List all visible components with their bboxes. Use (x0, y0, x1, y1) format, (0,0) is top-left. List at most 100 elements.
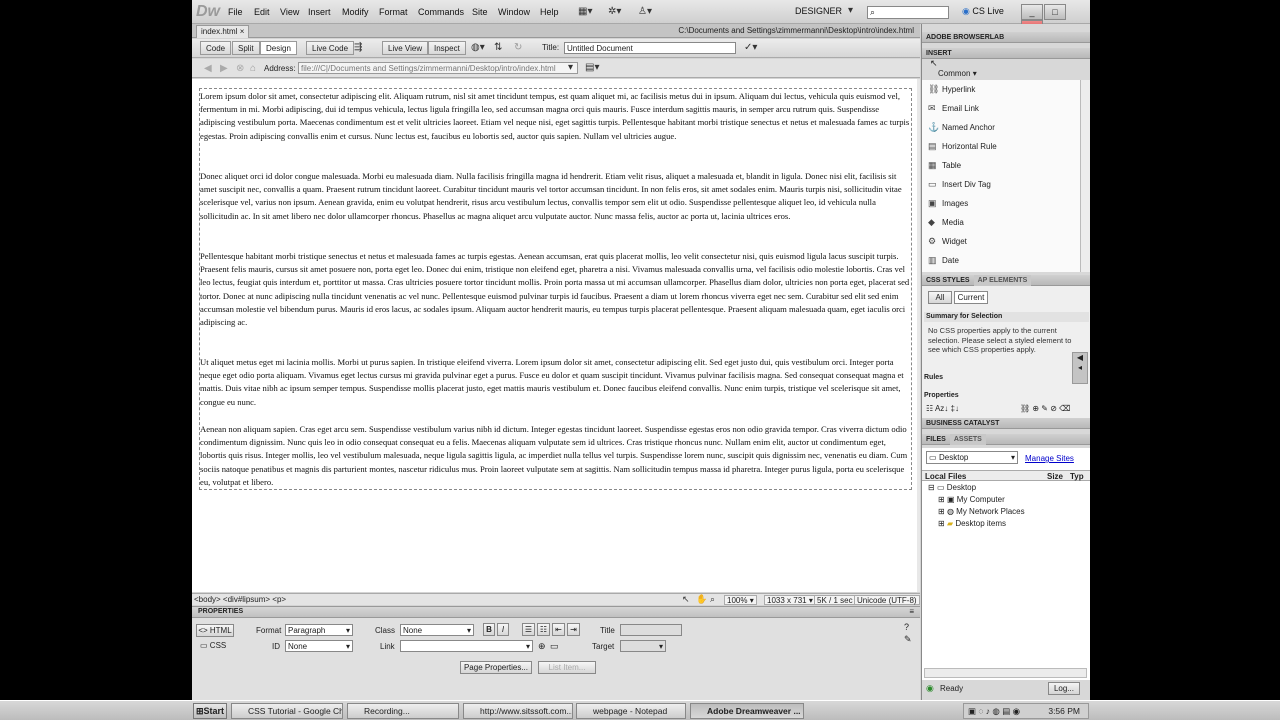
insert-horizontal-rule[interactable]: ▤ Horizontal Rule (928, 137, 997, 156)
properties-header[interactable]: PROPERTIES ≡ (192, 607, 920, 618)
tree-item-my-computer[interactable]: ⊞ ▣ My Computer (938, 494, 1005, 506)
insert-header[interactable]: INSERT (922, 48, 1090, 59)
hand-tool-icon[interactable]: ✋ (696, 594, 707, 606)
id-select[interactable]: None ▾ (285, 640, 353, 652)
html-mode-button[interactable]: <> HTML (196, 624, 234, 637)
design-view-button[interactable]: Design (260, 41, 297, 55)
css-styles-header[interactable]: CSS STYLES AP ELEMENTS (922, 275, 1090, 286)
tab-close-icon[interactable]: × (240, 27, 245, 36)
task-dreamweaver[interactable]: Adobe Dreamweaver ... (690, 703, 804, 719)
insert-date[interactable]: ▥ Date (928, 251, 959, 270)
help-icon[interactable]: ? (904, 622, 909, 632)
inspect-button[interactable]: Inspect (428, 41, 466, 55)
css-current-tab[interactable]: Current (954, 291, 988, 304)
insert-named-anchor[interactable]: ⚓ Named Anchor (928, 118, 995, 137)
log-button[interactable]: Log... (1048, 682, 1080, 695)
insert-widget[interactable]: ⚙ Widget (928, 232, 967, 251)
task-chrome[interactable]: CSS Tutorial - Google Ch... (231, 703, 343, 719)
panel-options-icon[interactable]: ≡ (909, 607, 914, 616)
task-browser[interactable]: http://www.sitssoft.com... (463, 703, 573, 719)
design-scrollbar[interactable] (917, 79, 920, 592)
task-recording[interactable]: Recording... (347, 703, 459, 719)
list-item-button[interactable]: List Item... (538, 661, 596, 674)
bold-button[interactable]: B (483, 623, 495, 636)
tab-index-html[interactable]: index.html × (196, 25, 250, 38)
cs-live-button[interactable]: ◉ CS Live (962, 6, 1004, 17)
paragraph-2[interactable]: Donec aliquet orci id dolor congue males… (200, 170, 912, 223)
insert-table[interactable]: ▦ Table (928, 156, 961, 175)
check-page-icon[interactable]: ✓▾ (744, 42, 757, 54)
site-select[interactable]: ▭ Desktop ▾ (926, 451, 1018, 464)
refresh-icon[interactable]: ↻ (514, 42, 522, 54)
unordered-list-icon[interactable]: ☰ (522, 623, 535, 636)
layout-icon[interactable]: ▦▾ (578, 6, 592, 18)
point-to-file-icon[interactable]: ⊕ (538, 641, 546, 652)
paragraph-4[interactable]: Ut aliquet metus eget mi lacinia mollis.… (200, 356, 912, 409)
forward-icon[interactable]: ▶ (220, 63, 228, 75)
pointer-tool-icon[interactable]: ↖ (682, 594, 690, 606)
inspect-options-icon[interactable]: ⇶ (354, 42, 362, 54)
tag-selector[interactable]: <body> <div#lipsum> <p> (194, 595, 286, 604)
outdent-icon[interactable]: ⇤ (552, 623, 565, 636)
tab-files[interactable]: FILES (926, 436, 946, 443)
menu-modify[interactable]: Modify (342, 7, 369, 17)
italic-button[interactable]: I (497, 623, 509, 636)
paragraph-1[interactable]: Lorem ipsum dolor sit amet, consectetur … (200, 90, 912, 143)
target-select[interactable]: ▾ (620, 640, 666, 652)
file-management-icon[interactable]: ⇅ (494, 42, 502, 54)
files-header[interactable]: FILES ASSETS (922, 434, 1090, 445)
class-select[interactable]: None ▾ (400, 624, 474, 636)
clock[interactable]: 3:56 PM (1048, 704, 1080, 719)
format-select[interactable]: Paragraph ▾ (285, 624, 353, 636)
page-properties-button[interactable]: Page Properties... (460, 661, 532, 674)
start-button[interactable]: ⊞Start (193, 703, 227, 719)
insert-images[interactable]: ▣ Images (928, 194, 968, 213)
home-icon[interactable]: ⌂ (250, 63, 256, 75)
tray-icons[interactable]: ▣ ◌ ♪ ◍ ▤ ◉ (968, 704, 1020, 719)
insert-category-select[interactable]: Common ▾ (938, 69, 977, 78)
browserlab-header[interactable]: ADOBE BROWSERLAB (922, 32, 1090, 43)
zoom-select[interactable]: 100% ▾ (724, 595, 757, 605)
search-input[interactable]: ⌕ (867, 6, 949, 19)
back-icon[interactable]: ◀ (204, 63, 212, 75)
menu-insert[interactable]: Insert (308, 7, 331, 17)
business-catalyst-header[interactable]: BUSINESS CATALYST (922, 418, 1090, 429)
address-input[interactable]: file:///C|/Documents and Settings/zimmer… (298, 62, 578, 74)
edit-rule-icon[interactable]: ✎ (904, 634, 912, 645)
tab-ap-elements[interactable]: AP ELEMENTS (973, 275, 1032, 286)
menu-window[interactable]: Window (498, 7, 530, 17)
insert-email-link[interactable]: ✉ Email Link (928, 99, 979, 118)
design-view[interactable]: Lorem ipsum dolor sit amet, consectetur … (192, 79, 917, 592)
maximize-button[interactable]: □ (1044, 4, 1066, 20)
browse-folder-icon[interactable]: ▭ (550, 641, 559, 652)
title-input[interactable]: Untitled Document (564, 42, 736, 54)
paragraph-5[interactable]: Aenean non aliquam sapien. Cras eget arc… (200, 423, 912, 489)
css-view-toggles[interactable]: ☷ Az↓ ‡↓ (926, 404, 959, 413)
workspace-switcher[interactable]: DESIGNER (795, 6, 842, 16)
minimize-button[interactable]: _ (1021, 4, 1043, 20)
insert-div-tag[interactable]: ▭ Insert Div Tag (928, 175, 991, 194)
tree-item-desktop[interactable]: ⊟ ▭ Desktop (928, 482, 976, 494)
insert-scrollbar[interactable] (1080, 80, 1090, 272)
live-code-button[interactable]: Live Code (306, 41, 355, 55)
address-dropdown-icon[interactable]: ▾ (568, 62, 573, 74)
menu-file[interactable]: File (228, 7, 243, 17)
extend-icon[interactable]: ♙▾ (638, 6, 652, 18)
col-size[interactable]: Size (1047, 471, 1063, 482)
tab-assets[interactable]: ASSETS (949, 434, 986, 445)
insert-hyperlink[interactable]: ⛓ Hyperlink (928, 80, 975, 99)
paragraph-3[interactable]: Pellentesque habitant morbi tristique se… (200, 250, 912, 329)
code-view-button[interactable]: Code (200, 41, 232, 55)
menu-edit[interactable]: Edit (254, 7, 270, 17)
menu-help[interactable]: Help (540, 7, 559, 17)
preview-browser-icon[interactable]: ◍▾ (471, 42, 485, 54)
zoom-tool-icon[interactable]: ⌕ (710, 594, 715, 606)
ordered-list-icon[interactable]: ☷ (537, 623, 550, 636)
task-notepad[interactable]: webpage - Notepad (576, 703, 686, 719)
indent-icon[interactable]: ⇥ (567, 623, 580, 636)
files-horizontal-scrollbar[interactable] (924, 668, 1087, 678)
tree-item-desktop-items[interactable]: ⊞ ▰ Desktop items (938, 518, 1006, 530)
gear-icon[interactable]: ✲▾ (608, 6, 621, 18)
css-mode-button[interactable]: ▭ CSS (200, 641, 226, 650)
window-size[interactable]: 1033 x 731 ▾ (764, 595, 816, 605)
